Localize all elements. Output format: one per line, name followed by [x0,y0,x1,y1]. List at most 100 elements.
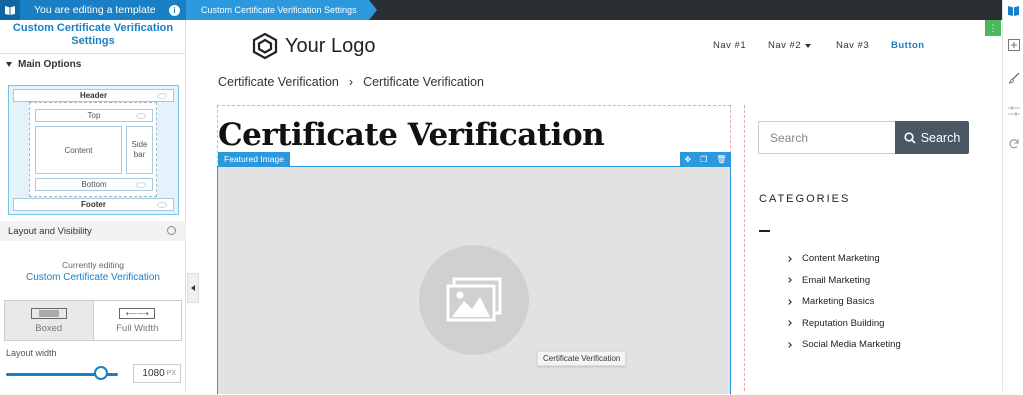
layout-visibility-label: Layout and Visibility [8,225,92,237]
nav-item-3[interactable]: Nav #3 [836,40,869,51]
template-breadcrumb[interactable]: Custom Certificate Verification Settings [186,0,377,20]
category-link[interactable]: Marketing Basics [802,296,874,307]
brush-icon[interactable] [1007,71,1020,84]
layout-width-label: Layout width [6,348,57,358]
layout-footer-label: Footer [81,200,106,209]
tooltip: Certificate Verification [537,351,627,366]
layout-header[interactable]: Header [13,89,174,102]
layout-width-value: 1080 [142,368,165,379]
hexagon-logo-icon [252,32,278,60]
template-editing-banner: You are editing a template i [0,0,186,20]
layout-footer[interactable]: Footer [13,198,174,211]
divider [0,53,186,54]
main-options-label: Main Options [18,59,82,70]
nav-item-2[interactable]: Nav #2 [768,40,812,51]
nav-button[interactable]: Button [891,40,925,51]
chevron-right-icon [786,341,792,348]
chevron-right-icon [786,255,792,262]
main-options-toggle[interactable]: Main Options [6,59,81,70]
featured-image-placeholder[interactable] [217,166,731,394]
page-title[interactable]: Certificate Verification [218,117,605,153]
search-button[interactable]: Search [895,121,969,154]
sliders-icon[interactable] [1007,104,1020,117]
trash-icon[interactable]: 🗑 [716,155,726,164]
boxed-option[interactable]: Boxed [5,301,94,340]
layout-content[interactable]: Content [35,126,122,174]
list-item[interactable]: Marketing Basics [786,291,901,313]
list-item[interactable]: Email Marketing [786,270,901,292]
nav-item-1[interactable]: Nav #1 [713,40,746,51]
kebab-menu-icon[interactable]: ⋮ [985,20,1001,36]
layout-bottom-label: Bottom [81,180,107,189]
layout-visibility-row[interactable]: Layout and Visibility [0,221,186,241]
categories-heading: CATEGORIES [759,193,851,205]
layout-width-input[interactable]: 1080 PX [133,364,181,383]
layout-content-label: Content [64,145,93,155]
full-width-icon: ⟵⟶ [119,307,156,319]
sidebar-divider [744,105,745,391]
breadcrumb-separator-icon: › [348,75,354,89]
panel-title: Custom Certificate Verification Settings [12,22,174,47]
right-toolbar [1002,0,1023,391]
breadcrumb-item: Certificate Verification [363,75,484,89]
search-button-label: Search [920,130,961,145]
category-link[interactable]: Reputation Building [802,318,884,329]
layout-sidebar[interactable]: Side bar [126,126,153,174]
category-link[interactable]: Email Marketing [802,275,870,286]
width-toggle: Boxed ⟵⟶ Full Width [4,300,182,341]
list-item[interactable]: Reputation Building [786,313,901,335]
layout-top-label: Top [87,111,101,120]
full-width-option[interactable]: ⟵⟶ Full Width [94,301,182,340]
editing-template-text: You are editing a template [34,4,156,16]
full-width-label: Full Width [116,322,159,334]
settings-panel: Custom Certificate Verification Settings… [0,20,186,391]
eye-icon[interactable] [136,181,146,188]
book-icon[interactable] [1007,4,1020,17]
layout-width-slider-thumb[interactable] [94,366,108,380]
chevron-right-icon [786,277,792,284]
layout-sidebar-label: Side bar [131,140,148,159]
chevron-down-icon [805,43,812,48]
layout-top[interactable]: Top [35,109,153,122]
heading-underline [759,230,770,232]
layout-bottom[interactable]: Bottom [35,178,153,191]
editor-topbar: You are editing a template i Custom Cert… [0,0,1023,20]
logo-text: Your Logo [285,34,376,57]
collapse-panel-button[interactable] [187,273,199,303]
layout-width-unit: PX [166,370,176,377]
site-logo[interactable]: Your Logo [252,32,375,60]
chevron-right-icon [786,320,792,327]
caret-left-icon [191,285,195,291]
list-item[interactable]: Social Media Marketing [786,334,901,356]
book-logo-icon[interactable] [0,0,20,20]
add-block-icon[interactable] [1007,38,1020,51]
category-link[interactable]: Content Marketing [802,253,880,264]
layout-header-label: Header [79,91,108,100]
refresh-icon[interactable] [1007,137,1020,150]
boxed-layout-icon [30,307,67,319]
move-icon[interactable]: ✥ [684,155,691,164]
category-link[interactable]: Social Media Marketing [802,339,901,350]
breadcrumb-item[interactable]: Certificate Verification [218,75,339,89]
categories-list: Content Marketing Email Marketing Market… [786,248,901,356]
gear-icon[interactable] [167,226,176,235]
breadcrumb: Certificate Verification › Certificate V… [218,75,484,89]
eye-icon[interactable] [157,201,167,208]
featured-image-toolbar: ✥ ❐ 🗑 [680,152,731,166]
currently-editing-name: Custom Certificate Verification [26,272,160,283]
image-icon [446,277,502,322]
layout-diagram: Header Top Content Side bar Bottom Foote… [8,85,179,215]
search-icon [904,131,916,144]
duplicate-icon[interactable]: ❐ [700,155,707,164]
info-icon[interactable]: i [169,4,180,16]
search-input[interactable]: Search [758,121,895,154]
caret-down-icon [6,62,12,67]
list-item[interactable]: Content Marketing [786,248,901,270]
eye-icon[interactable] [136,112,146,119]
eye-icon[interactable] [157,92,167,99]
image-placeholder-circle [419,245,529,355]
nav-item-2-label: Nav #2 [768,40,802,51]
featured-image-label[interactable]: Featured Image [218,152,291,166]
currently-editing-label: Currently editing [62,260,124,270]
boxed-label: Boxed [35,322,63,334]
